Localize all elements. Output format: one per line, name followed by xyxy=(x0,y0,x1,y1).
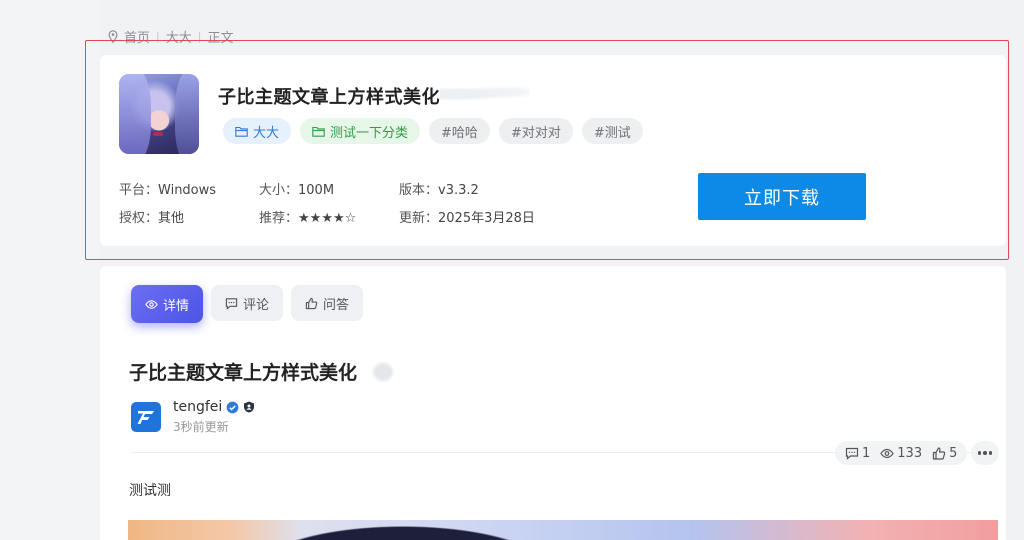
tab-label: 详情 xyxy=(163,298,190,314)
tab-comments[interactable]: 评论 xyxy=(211,285,284,321)
post-title: 子比主题文章上方样式美化 xyxy=(129,362,358,384)
post-updated-time: 3秒前更新 xyxy=(173,420,229,434)
thumbs-up-icon xyxy=(933,446,946,460)
view-count-value: 133 xyxy=(897,445,923,461)
tab-qa[interactable]: 问答 xyxy=(291,285,364,321)
thumbs-up-icon xyxy=(305,297,318,309)
comment-icon xyxy=(845,447,859,460)
more-options-button[interactable] xyxy=(971,441,999,465)
tab-details[interactable]: 详情 xyxy=(131,285,204,323)
author-name[interactable]: tengfei xyxy=(173,399,222,415)
like-count[interactable]: 5 xyxy=(932,446,957,461)
dot-icon xyxy=(977,451,982,455)
post-stats: 1 133 5 xyxy=(835,441,968,465)
comment-count-value: 1 xyxy=(862,445,871,461)
comment-count[interactable]: 1 xyxy=(845,446,870,461)
verified-icon xyxy=(226,401,239,413)
post-body: 测试测 xyxy=(129,483,171,499)
shield-badge-icon xyxy=(244,401,255,413)
view-count: 133 xyxy=(880,446,922,461)
author-avatar[interactable] xyxy=(131,402,161,432)
author-info: tengfei xyxy=(173,399,255,415)
eye-icon xyxy=(145,299,158,309)
post-image xyxy=(128,520,998,540)
tab-label: 评论 xyxy=(243,297,270,313)
dot-icon xyxy=(983,451,987,455)
comment-icon xyxy=(225,297,238,310)
highlight-frame xyxy=(85,40,1009,260)
tab-label: 问答 xyxy=(323,297,350,313)
eye-icon xyxy=(880,448,894,458)
post-card: 详情 评论 问答 子比主题文章上方样式美化 tengfei 3秒前更新 1 13… xyxy=(100,266,1006,540)
post-tabs: 详情 评论 问答 xyxy=(131,285,364,323)
author-logo-icon xyxy=(137,411,154,424)
dot-icon xyxy=(988,451,993,455)
title-decoration xyxy=(370,360,396,382)
like-count-value: 5 xyxy=(949,445,958,461)
